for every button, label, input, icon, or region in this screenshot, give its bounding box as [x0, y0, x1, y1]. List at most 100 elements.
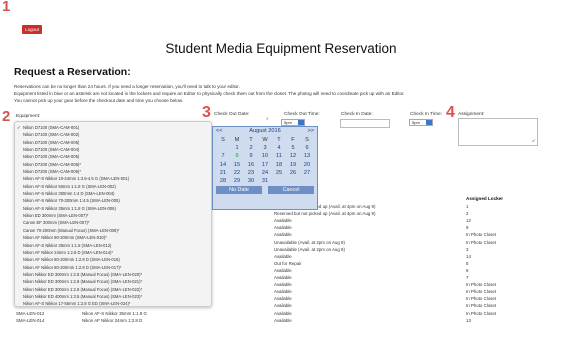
- calendar-day[interactable]: 16: [244, 161, 258, 169]
- equipment-option[interactable]: Nikon Nikkor ED 300mm 1:2.8 (Manual Focu…: [15, 278, 211, 285]
- annotation-marker-4: 4: [446, 104, 455, 121]
- note-line: Equipment listed in blue or an asterisk …: [14, 91, 405, 97]
- row-locker: In Photo Closet: [466, 282, 497, 288]
- equipment-label: Equipment:: [16, 114, 41, 119]
- equipment-option[interactable]: Nikon D7200 (SMA-CAM-009)*: [15, 168, 211, 175]
- equipment-option[interactable]: Nikon D7100 (SMA-CAM-001): [15, 124, 211, 132]
- calendar-day[interactable]: 15: [230, 161, 244, 169]
- calendar-next-button[interactable]: >>: [307, 127, 314, 136]
- row-locker: In Photo Closet: [466, 310, 497, 316]
- checkout-time-select[interactable]: 5pm: [281, 119, 305, 126]
- calendar-day[interactable]: 31: [258, 177, 272, 185]
- row-status: Available: [274, 253, 292, 259]
- equipment-option[interactable]: Nikon D7100 (SMA-CAM-005): [15, 153, 211, 160]
- equipment-option[interactable]: Nikon AF-S Nikkor 35mm 1:1.8 (SMA-LEN-01…: [15, 242, 211, 249]
- calendar-day: [286, 177, 300, 185]
- calendar-day[interactable]: 10: [258, 152, 272, 160]
- calendar-cancel-button[interactable]: Cancel: [268, 186, 314, 195]
- equipment-option[interactable]: Canon EF 300mm (SMA-LEN-007)*: [15, 219, 211, 226]
- date-picker-calendar[interactable]: << August 2016 >> S M T W T F S 1 2 3 4 5 6 7 8 9 10 11 12…: [212, 126, 318, 210]
- equipment-option[interactable]: Nikon AF Nikkor 80-200mm 1:2.8 D (SMA-LE…: [15, 256, 211, 263]
- checkin-time-value: 5pm: [412, 120, 420, 125]
- row-locker: 5: [466, 260, 469, 266]
- checkin-time-select[interactable]: 5pm: [409, 119, 433, 126]
- annotation-marker-3: 3: [202, 104, 211, 121]
- calendar-day[interactable]: 14: [216, 161, 230, 169]
- calendar-day[interactable]: 26: [286, 169, 300, 177]
- calendar-grid: S M T W T F S 1 2 3 4 5 6 7 8 9 10 11 12 13 14 15 16 17 18 19 20 21…: [213, 136, 317, 185]
- calendar-day[interactable]: 11: [272, 152, 286, 160]
- equipment-option[interactable]: Nikon AF-S Nikkor 300mm 1:4 D (SMA-LEN-0…: [15, 190, 211, 197]
- calendar-day[interactable]: 13: [300, 152, 314, 160]
- checkin-time-label: Check In Time:: [410, 112, 442, 117]
- annotation-marker-1: 1: [2, 0, 11, 15]
- calendar-prev-button[interactable]: <<: [216, 127, 223, 136]
- row-locker: 7: [466, 275, 469, 280]
- equipment-option[interactable]: Nikon AF Nikkor 80-200mm 1:2.8 D (SMA-LE…: [15, 264, 211, 271]
- page-title: Student Media Equipment Reservation: [165, 41, 397, 56]
- calendar-day[interactable]: 25: [272, 169, 286, 177]
- equipment-option[interactable]: Nikon D7200 (SMA-CAM-008)*: [15, 161, 211, 168]
- calendar-day[interactable]: 20: [300, 161, 314, 169]
- calendar-day[interactable]: 7: [216, 152, 230, 160]
- calendar-day[interactable]: 1: [230, 144, 244, 152]
- calendar-day[interactable]: 3: [258, 144, 272, 152]
- calendar-day: [216, 144, 230, 152]
- calendar-weekday: S: [305, 137, 309, 143]
- calendar-day[interactable]: 28: [216, 177, 230, 185]
- row-locker: In Photo Closet: [466, 296, 497, 302]
- resize-handle-icon[interactable]: ↙: [532, 138, 536, 144]
- row-status: Unavailable (Avail. at 2pm on Aug 9): [274, 246, 345, 252]
- equipment-option[interactable]: Nikon Nikkor ED 300mm 1:2.8 (Manual Focu…: [15, 271, 211, 278]
- equipment-option[interactable]: Nikon Nikkor ED 400mm 1:3.5 (Manual Focu…: [15, 293, 211, 300]
- no-date-button[interactable]: No Date: [216, 186, 262, 195]
- calendar-day[interactable]: 17: [258, 161, 272, 169]
- calendar-day[interactable]: 27: [300, 169, 314, 177]
- row-locker: In Photo Closet: [466, 289, 497, 295]
- calendar-day[interactable]: 9: [244, 152, 258, 160]
- equipment-option[interactable]: Nikon Nikkor ED 300mm 1:2.8 (Manual Focu…: [15, 286, 211, 293]
- calendar-day: [272, 177, 286, 185]
- equipment-option[interactable]: Nikon AF-S Nikkor 70-300mm 1:4.5 (SMA-LE…: [15, 197, 211, 204]
- calendar-day[interactable]: 12: [286, 152, 300, 160]
- calendar-day[interactable]: 19: [286, 161, 300, 169]
- calendar-day[interactable]: 30: [244, 177, 258, 185]
- row-status: Available: [274, 303, 292, 309]
- required-marker: *: [266, 118, 269, 124]
- calendar-day[interactable]: 18: [272, 161, 286, 169]
- row-status: Available: [274, 275, 292, 280]
- calendar-day[interactable]: 23: [244, 169, 258, 177]
- equipment-option[interactable]: Canon 70-200mm (Manual Focus) (SMA-LEN-0…: [15, 227, 211, 234]
- equipment-dropdown-list[interactable]: Nikon D7100 (SMA-CAM-001)Nikon D7100 (SM…: [14, 121, 212, 307]
- equipment-option[interactable]: Nikon AF-S Nikkor 17-55mm 1:2.8 G ED (SM…: [15, 300, 211, 306]
- equipment-option[interactable]: Nikon D7100 (SMA-CAM-006): [15, 139, 211, 146]
- row-status: Available: [274, 289, 292, 295]
- equipment-option[interactable]: Nikon ED 300mm (SMA-LEN-007)*: [15, 212, 211, 219]
- equipment-option[interactable]: Nikon D7100 (SMA-CAM-002): [15, 131, 211, 138]
- equipment-option[interactable]: Nikon AF Nikkor 24mm 1:2.8 D (SMA-LEN-01…: [15, 249, 211, 256]
- equipment-option[interactable]: Nikon AF-S Nikkor 10-24mm 1:3.5-4.5 G (S…: [15, 175, 211, 182]
- calendar-weekday: F: [291, 137, 295, 143]
- row-status: Out for Repair: [274, 260, 302, 266]
- calendar-day[interactable]: 4: [272, 144, 286, 152]
- calendar-day[interactable]: 22: [230, 169, 244, 177]
- assignment-textarea[interactable]: ↙: [458, 118, 538, 146]
- calendar-day[interactable]: 24: [258, 169, 272, 177]
- logout-button[interactable]: Logout: [22, 25, 42, 34]
- calendar-day[interactable]: 2: [244, 144, 258, 152]
- calendar-day[interactable]: 21: [216, 169, 230, 177]
- row-locker: In Photo Closet: [466, 239, 497, 245]
- equipment-option[interactable]: Nikon AF Nikkor 80-200mm (SMA-LEN-010)*: [15, 234, 211, 241]
- equipment-option[interactable]: Nikon AF-S Nikkor 35mm 1:1.8 G (SMA-LEN-…: [15, 205, 211, 212]
- calendar-day[interactable]: 5: [286, 144, 300, 152]
- equipment-option[interactable]: Nikon AF-S Nikkor 50mm 1:1.8 G (SMA-LEN-…: [15, 183, 211, 190]
- equipment-option[interactable]: Nikon D7100 (SMA-CAM-004): [15, 146, 211, 153]
- calendar-day[interactable]: 6: [300, 144, 314, 152]
- calendar-weekday: T: [277, 137, 281, 143]
- reservation-notes: Reservations can be no longer than 24 ho…: [14, 83, 534, 105]
- checkin-date-input[interactable]: [340, 119, 390, 128]
- checkout-time-label: Check Out Time:: [284, 112, 320, 117]
- section-title: Request a Reservation:: [14, 66, 131, 78]
- calendar-day[interactable]: 29: [230, 177, 244, 185]
- calendar-day[interactable]: 8: [230, 152, 244, 160]
